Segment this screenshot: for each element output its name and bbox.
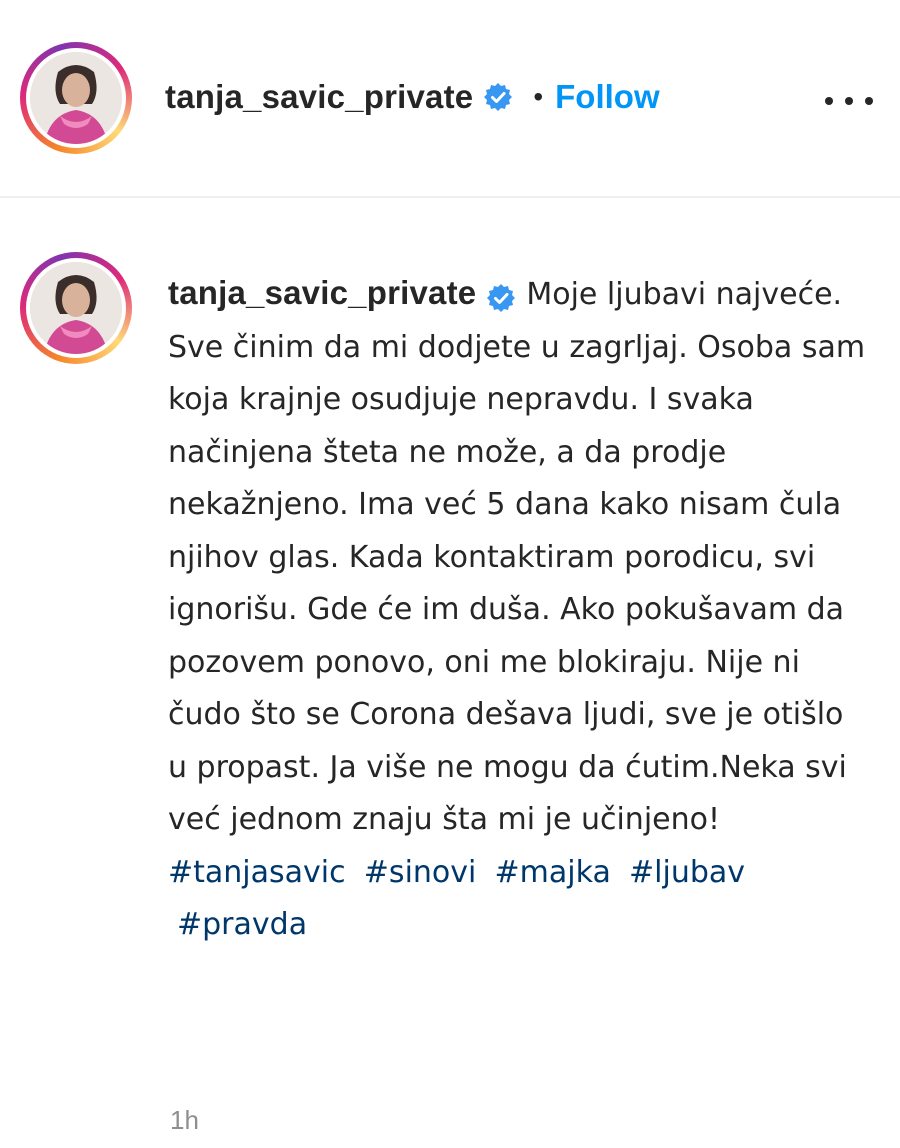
caption-avatar-ring[interactable] (20, 252, 132, 364)
header-username[interactable]: tanja_savic_private (165, 78, 473, 116)
verified-badge-icon (483, 82, 513, 112)
verified-badge-icon (486, 277, 516, 313)
caption-text: Moje ljubavi najveće. Sve činim da mi do… (168, 277, 866, 837)
post-timestamp[interactable]: 1h (170, 1105, 199, 1136)
profile-avatar-ring[interactable] (20, 42, 132, 154)
caption-username[interactable]: tanja_savic_private (168, 274, 476, 311)
post-header: tanja_savic_private • Follow (0, 0, 900, 198)
hashtag-link[interactable]: #majka (495, 855, 611, 890)
caption: tanja_savic_private Moje ljubavi najveće… (168, 268, 868, 951)
avatar[interactable] (30, 262, 122, 354)
hashtag-list: #tanjasavic #sinovi #majka #ljubav #prav… (168, 846, 868, 951)
more-options-icon[interactable] (825, 94, 873, 108)
separator-dot: • (533, 81, 544, 112)
hashtag-link[interactable]: #pravda (177, 907, 307, 942)
follow-button[interactable]: Follow (555, 78, 659, 116)
hashtag-link[interactable]: #tanjasavic (168, 855, 346, 890)
hashtag-link[interactable]: #ljubav (629, 855, 745, 890)
avatar[interactable] (30, 52, 122, 144)
hashtag-link[interactable]: #sinovi (364, 855, 477, 890)
header-user-row: tanja_savic_private • Follow (165, 74, 660, 120)
